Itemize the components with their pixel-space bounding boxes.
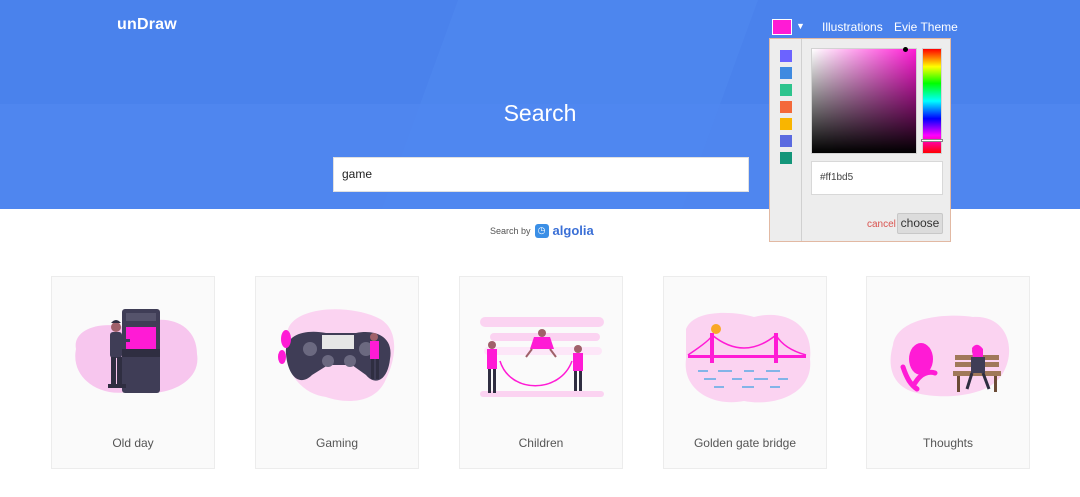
preset-swatch[interactable] [780, 101, 792, 113]
arcade-illustration [75, 309, 198, 394]
illustration-card[interactable]: Gaming [255, 276, 419, 469]
gamepad-illustration [278, 309, 395, 402]
hex-input[interactable]: #ff1bd5 [811, 161, 943, 195]
card-label: Gaming [315, 436, 359, 450]
card-label: Golden gate bridge [693, 436, 797, 450]
illustration-card[interactable]: Children [459, 276, 623, 469]
preset-swatch[interactable] [780, 135, 792, 147]
saturation-area[interactable] [811, 47, 917, 154]
nav-evie-theme[interactable]: Evie Theme [894, 20, 958, 34]
children-illustration [480, 317, 604, 397]
card-label: Thoughts [922, 436, 974, 450]
card-label: Old day [112, 436, 154, 450]
bridge-illustration [685, 312, 811, 403]
color-picker-panel: #ff1bd5 cancel choose [769, 38, 951, 242]
chevron-down-icon[interactable]: ▼ [796, 21, 805, 31]
illustration-card[interactable]: Golden gate bridge [663, 276, 827, 469]
color-picker-toggle[interactable] [772, 19, 792, 35]
search-input[interactable]: game [333, 157, 749, 192]
preset-swatch[interactable] [780, 118, 792, 130]
preset-swatch-column [770, 39, 802, 241]
preset-swatch[interactable] [780, 50, 792, 62]
algolia-wordmark: algolia [552, 223, 594, 238]
card-label: Children [518, 436, 564, 450]
illustration-card[interactable]: Old day [51, 276, 215, 469]
hue-slider[interactable] [921, 48, 943, 154]
logo[interactable]: unDraw [117, 16, 177, 34]
preset-swatch[interactable] [780, 84, 792, 96]
preset-swatch[interactable] [780, 152, 792, 164]
choose-button[interactable]: choose [897, 213, 943, 234]
bench-illustration [890, 315, 1010, 397]
algolia-icon: ◷ [534, 223, 549, 238]
nav-illustrations[interactable]: Illustrations [822, 20, 883, 34]
cancel-button[interactable]: cancel [867, 219, 896, 230]
search-by-algolia[interactable]: Search by ◷ algolia [490, 223, 594, 238]
illustration-card[interactable]: Thoughts [866, 276, 1030, 469]
saturation-handle[interactable] [903, 47, 908, 52]
hue-slider-handle[interactable] [921, 139, 943, 142]
preset-swatch[interactable] [780, 67, 792, 79]
search-by-label: Search by [490, 225, 531, 236]
